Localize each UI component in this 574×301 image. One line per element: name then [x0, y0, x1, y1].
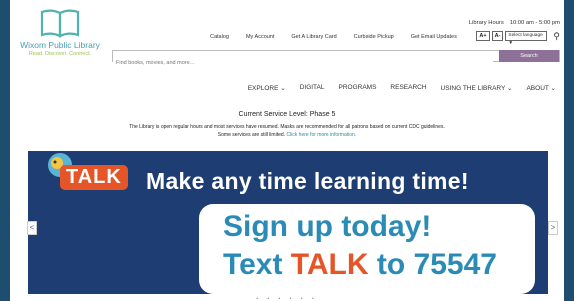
- notice-title: Current Service Level: Phase 5: [238, 111, 336, 118]
- hours-label: Library Hours: [468, 20, 504, 26]
- font-decrease-button[interactable]: A-: [491, 31, 504, 41]
- nav-research[interactable]: RESEARCH: [390, 84, 426, 92]
- cta-line-2-pre: Text: [223, 248, 291, 281]
- nav-using-the-library[interactable]: USING THE LIBRARY ⌄: [441, 84, 513, 92]
- notice-line-2-text: Some services are still limited.: [217, 132, 287, 138]
- accessibility-tools: A+ A- Select language ▼ ⚲: [476, 31, 560, 46]
- open-book-icon: [40, 9, 80, 38]
- nav-programs[interactable]: PROGRAMS: [339, 84, 377, 92]
- cta-line-2-post: to 75547: [368, 248, 497, 281]
- main-nav: EXPLORE ⌄ DIGITAL PROGRAMS RESEARCH USIN…: [234, 84, 556, 92]
- link-curbside-pickup[interactable]: Curbside Pickup: [354, 34, 394, 40]
- notice-line-1: The Library is open regular hours and mo…: [129, 124, 445, 130]
- nav-explore[interactable]: EXPLORE ⌄: [248, 84, 286, 92]
- carousel-next-button[interactable]: >: [548, 221, 558, 235]
- library-logo[interactable]: Wixom Public Library Read. Discover. Con…: [10, 8, 110, 57]
- search-input[interactable]: [113, 58, 493, 68]
- talk-badge: TALK: [60, 165, 128, 190]
- library-name: Wixom Public Library: [20, 40, 100, 50]
- promo-banner[interactable]: TALK Make any time learning time! Sign u…: [28, 151, 548, 294]
- cta-keyword: TALK: [290, 248, 369, 281]
- search-icon[interactable]: ⚲: [553, 31, 560, 41]
- nav-digital[interactable]: DIGITAL: [300, 84, 325, 92]
- search-button[interactable]: Search: [499, 50, 559, 62]
- more-info-link[interactable]: Click here for more information.: [286, 132, 356, 138]
- link-catalog[interactable]: Catalog: [210, 34, 229, 40]
- link-email-updates[interactable]: Get Email Updates: [411, 34, 457, 40]
- link-get-library-card[interactable]: Get A Library Card: [291, 34, 336, 40]
- cta-box: Sign up today! Text TALK to 75547: [199, 204, 535, 294]
- hours-value: 10:00 am - 5:00 pm: [509, 20, 560, 26]
- library-hours: Library Hours 10:00 am - 5:00 pm: [469, 20, 560, 26]
- font-increase-button[interactable]: A+: [476, 31, 490, 41]
- carousel-prev-button[interactable]: <: [27, 221, 37, 235]
- nav-about[interactable]: ABOUT ⌄: [526, 84, 556, 92]
- banner-headline: Make any time learning time!: [146, 168, 469, 194]
- cta-line-1: Sign up today!: [223, 210, 432, 243]
- service-notice: Current Service Level: Phase 5 The Libra…: [10, 111, 564, 139]
- catalog-search: Search: [112, 50, 560, 68]
- utility-links: Catalog My Account Get A Library Card Cu…: [210, 34, 474, 40]
- library-tagline: Read. Discover. Connect.: [28, 51, 92, 57]
- notice-line-2: Some services are still limited. Click h…: [10, 131, 564, 139]
- carousel-dots[interactable]: • • • • • •: [10, 296, 564, 301]
- language-select[interactable]: Select language ▼: [505, 31, 548, 46]
- link-my-account[interactable]: My Account: [246, 34, 274, 40]
- page: Wixom Public Library Read. Discover. Con…: [10, 0, 564, 301]
- cta-line-2: Text TALK to 75547: [223, 248, 497, 282]
